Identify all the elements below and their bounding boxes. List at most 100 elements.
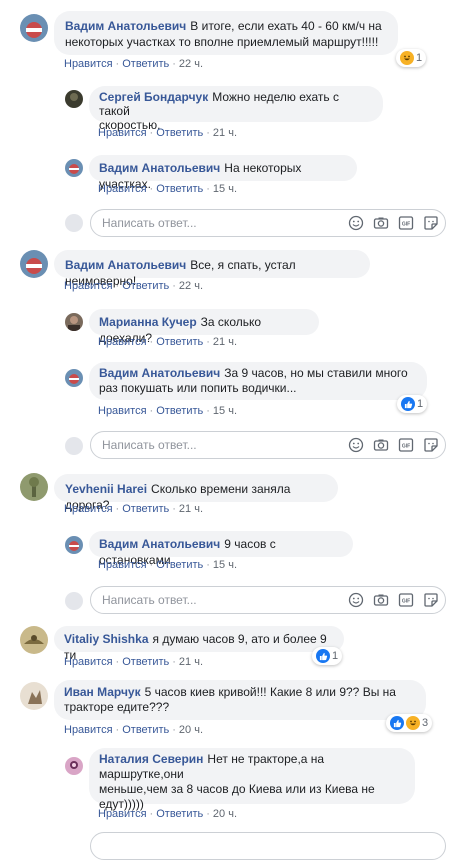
comment-author[interactable]: Вадим Анатольевич: [65, 258, 186, 272]
comment-author[interactable]: Yevhenii Harei: [65, 482, 147, 496]
comment-time[interactable]: 22 ч.: [179, 280, 203, 292]
reply-link[interactable]: Ответить: [122, 724, 169, 736]
comment-time[interactable]: 21 ч.: [213, 336, 237, 348]
comment-text: некоторых участках то вполне приемлемый …: [65, 35, 379, 49]
reply-link[interactable]: Ответить: [156, 808, 203, 820]
like-link[interactable]: Нравится: [98, 808, 147, 820]
reply-link[interactable]: Ответить: [156, 183, 203, 195]
reply-link[interactable]: Ответить: [122, 280, 169, 292]
reply-input[interactable]: [90, 832, 446, 860]
svg-text:GIF: GIF: [401, 221, 409, 227]
reply-link[interactable]: Ответить: [122, 656, 169, 668]
reply-link[interactable]: Ответить: [122, 503, 169, 515]
comment-actions: Нравится · Ответить · 20 ч.: [64, 724, 204, 736]
comment-time[interactable]: 21 ч.: [179, 503, 203, 515]
like-link[interactable]: Нравится: [98, 336, 147, 348]
gif-icon[interactable]: GIF: [397, 214, 414, 231]
comment-author[interactable]: Vitaliy Shishka: [64, 632, 149, 646]
comment-time[interactable]: 15 ч.: [213, 183, 237, 195]
reply-link[interactable]: Ответить: [156, 127, 203, 139]
emoji-icon[interactable]: [347, 214, 364, 231]
sticker-icon[interactable]: [422, 591, 439, 608]
my-avatar: [65, 214, 83, 232]
reply-placeholder: Написать ответ...: [102, 216, 197, 230]
avatar[interactable]: [20, 250, 48, 278]
comment-author[interactable]: Вадим Анатольевич: [65, 19, 186, 33]
comment-bubble: Вадим Анатольевич 9 часов с остановками: [89, 531, 353, 567]
avatar[interactable]: [65, 536, 83, 554]
reply-link[interactable]: Ответить: [156, 405, 203, 417]
avatar[interactable]: [20, 14, 48, 42]
comment-author[interactable]: Наталия Северин: [99, 752, 203, 766]
comment-bubble: Вадим Анатольевич Все, я спать, устал неи…: [54, 250, 370, 288]
avatar[interactable]: [65, 313, 83, 331]
comment-time[interactable]: 21 ч.: [213, 127, 237, 139]
comment-bubble: Vitaliy Shishka я думаю часов 9, ато и бо…: [54, 626, 344, 662]
comment-actions: Нравится · Ответить · 15 ч.: [98, 559, 238, 571]
camera-icon[interactable]: [372, 591, 389, 608]
comment-text: раз покушать или попить водички...: [99, 381, 297, 395]
gif-icon[interactable]: GIF: [397, 591, 414, 608]
comment-author[interactable]: Вадим Анатольевич: [99, 366, 220, 380]
reply-link[interactable]: Ответить: [156, 559, 203, 571]
reaction-summary[interactable]: 1: [397, 395, 428, 413]
reply-input[interactable]: Написать ответ... GIF: [90, 431, 446, 459]
like-link[interactable]: Нравится: [64, 724, 113, 736]
camera-icon[interactable]: [372, 214, 389, 231]
comment-time[interactable]: 15 ч.: [213, 405, 237, 417]
avatar[interactable]: [65, 159, 83, 177]
comment-bubble: Вадим Анатольевич В итоге, если ехать 40 …: [54, 11, 398, 55]
comment-time[interactable]: 21 ч.: [179, 656, 203, 668]
sticker-icon[interactable]: [422, 214, 439, 231]
comment-time[interactable]: 22 ч.: [179, 58, 203, 70]
like-link[interactable]: Нравится: [64, 656, 113, 668]
reaction-count: 3: [422, 717, 429, 729]
avatar[interactable]: [65, 369, 83, 387]
comment-author[interactable]: Вадим Анатольевич: [99, 537, 220, 551]
my-avatar: [65, 592, 83, 610]
reply-placeholder: Написать ответ...: [102, 438, 197, 452]
like-link[interactable]: Нравится: [64, 503, 113, 515]
like-link[interactable]: Нравится: [98, 183, 147, 195]
like-icon: [316, 649, 330, 663]
like-link[interactable]: Нравится: [64, 58, 113, 70]
comment-bubble: Сергей Бондарчук Можно неделю ехать с так…: [89, 86, 383, 132]
avatar[interactable]: [65, 90, 83, 108]
comment-actions: Нравится · Ответить · 22 ч.: [64, 58, 204, 70]
reaction-summary[interactable]: 3: [386, 714, 433, 732]
like-link[interactable]: Нравится: [98, 405, 147, 417]
reply-link[interactable]: Ответить: [156, 336, 203, 348]
comment-text: За 9 часов, но мы ставили много: [224, 366, 408, 380]
like-icon: [401, 397, 415, 411]
comment-time[interactable]: 20 ч.: [179, 724, 203, 736]
like-link[interactable]: Нравится: [64, 280, 113, 292]
like-link[interactable]: Нравится: [98, 127, 147, 139]
reply-input[interactable]: Написать ответ... GIF: [90, 586, 446, 614]
reply-input[interactable]: Написать ответ... GIF: [90, 209, 446, 237]
reaction-summary[interactable]: 1: [312, 647, 343, 665]
comment-text: 5 часов киев кривой!!! Какие 8 или 9?? В…: [144, 685, 396, 699]
avatar[interactable]: [20, 682, 48, 710]
avatar[interactable]: [20, 626, 48, 654]
reply-link[interactable]: Ответить: [122, 58, 169, 70]
comment-actions: Нравится · Ответить · 21 ч.: [64, 656, 204, 668]
comment-actions: Нравится · Ответить · 15 ч.: [98, 405, 238, 417]
camera-icon[interactable]: [372, 436, 389, 453]
comment-author[interactable]: Иван Марчук: [64, 685, 141, 699]
comment-author[interactable]: Марианна Кучер: [99, 315, 197, 329]
avatar[interactable]: [65, 757, 83, 775]
gif-icon[interactable]: GIF: [397, 436, 414, 453]
reaction-count: 1: [417, 398, 424, 410]
like-link[interactable]: Нравится: [98, 559, 147, 571]
emoji-icon[interactable]: [347, 436, 364, 453]
comment-bubble: Марианна Кучер За сколько доехали?: [89, 309, 319, 345]
emoji-icon[interactable]: [347, 591, 364, 608]
comment-time[interactable]: 20 ч.: [213, 808, 237, 820]
reaction-summary[interactable]: 1: [396, 49, 427, 67]
avatar[interactable]: [20, 473, 48, 501]
sticker-icon[interactable]: [422, 436, 439, 453]
comment-author[interactable]: Вадим Анатольевич: [99, 161, 220, 175]
comment-time[interactable]: 15 ч.: [213, 559, 237, 571]
comment-author[interactable]: Сергей Бондарчук: [99, 90, 208, 104]
haha-icon: [400, 51, 414, 65]
